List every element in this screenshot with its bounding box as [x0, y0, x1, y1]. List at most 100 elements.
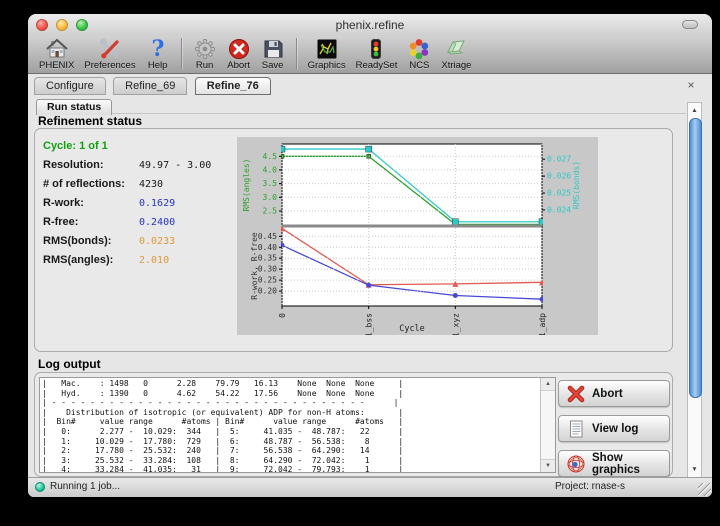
abort-button-label: Abort	[592, 388, 623, 400]
project-label: Project: rnase-s	[555, 481, 625, 492]
toolbar-button-save[interactable]: Save	[256, 37, 290, 71]
scroll-down-icon[interactable]: ▼	[541, 459, 555, 472]
log-output-box[interactable]: | Mac. : 1498 0 2.28 79.79 16.13 None No…	[39, 377, 556, 473]
toolbar-button-help[interactable]: ? Help	[141, 37, 175, 71]
stat-value: 49.97 - 3.00	[139, 156, 211, 175]
main-scrollbar-thumb[interactable]	[689, 118, 702, 398]
run-gear-icon	[193, 37, 217, 61]
show-graphics-button[interactable]: Show graphics	[558, 450, 670, 477]
tab-run-status[interactable]: Run status	[36, 99, 112, 115]
scroll-down-icon[interactable]: ▼	[688, 463, 701, 476]
svg-text:?: ?	[151, 37, 164, 61]
log-line: | - - - - - - - - - - - - - - - - - - - …	[42, 398, 539, 408]
toolbar-button-ncs[interactable]: NCS	[402, 37, 436, 71]
main-scrollbar[interactable]: ▲ ▼	[687, 102, 702, 478]
stat-value: 0.1629	[139, 194, 175, 213]
stat-label: R-work:	[43, 194, 139, 213]
svg-text:4.0: 4.0	[263, 165, 278, 174]
toolbar-button-xtriage[interactable]: Xtriage	[436, 37, 476, 71]
toolbar-button-run[interactable]: Run	[188, 37, 222, 71]
resize-grip[interactable]	[698, 483, 711, 496]
refinement-status-heading: Refinement status	[38, 114, 142, 128]
svg-text:0.35: 0.35	[258, 254, 277, 263]
view-log-icon	[566, 419, 586, 439]
ncs-spheres-icon	[407, 37, 431, 61]
svg-text:1_xyz: 1_xyz	[451, 313, 460, 335]
readyset-traffic-light-icon	[364, 37, 388, 61]
svg-text:R-work, R-free: R-work, R-free	[250, 232, 259, 300]
log-line: | Mac. : 1498 0 2.28 79.79 16.13 None No…	[42, 379, 539, 389]
svg-text:0.45: 0.45	[258, 232, 277, 241]
toolbar-label: Abort	[227, 60, 250, 71]
svg-text:0.25: 0.25	[258, 276, 277, 285]
view-log-button-label: View log	[592, 423, 638, 435]
svg-text:0: 0	[278, 313, 287, 318]
toolbar-label: PHENIX	[39, 60, 74, 71]
toolbar-button-phenix[interactable]: PHENIX	[34, 37, 79, 71]
save-icon	[261, 37, 285, 61]
tab-refine-69[interactable]: Refine_69	[113, 77, 187, 95]
close-tab-icon[interactable]: ×	[684, 78, 698, 92]
stat-label: # of reflections:	[43, 175, 139, 194]
toolbar-button-preferences[interactable]: Preferences	[79, 37, 140, 71]
svg-text:1_adp: 1_adp	[538, 313, 547, 335]
stat-value: 4230	[139, 175, 163, 194]
stat-row-rms-angles: RMS(angles): 2.010	[43, 251, 233, 270]
preferences-tools-icon	[98, 37, 122, 61]
window-title: phenix.refine	[28, 18, 712, 32]
toolbar-label: Preferences	[84, 60, 135, 71]
stat-label: R-free:	[43, 213, 139, 232]
stat-label: RMS(angles):	[43, 251, 139, 270]
tab-bar: Configure Refine_69 Refine_76 ×	[34, 77, 682, 95]
svg-text:2.5: 2.5	[263, 206, 278, 215]
toolbar-label: Xtriage	[441, 60, 471, 71]
abort-x-icon	[566, 384, 586, 404]
app-window: phenix.refine PHENIX Preferences ? Help …	[28, 14, 712, 497]
scroll-up-icon[interactable]: ▲	[688, 104, 701, 117]
svg-text:0.40: 0.40	[258, 243, 277, 252]
svg-text:3.0: 3.0	[263, 193, 278, 202]
log-scrollbar[interactable]: ▲ ▼	[540, 378, 555, 472]
stat-label: Resolution:	[43, 156, 139, 175]
abort-icon	[227, 37, 251, 61]
log-text: | Mac. : 1498 0 2.28 79.79 16.13 None No…	[42, 379, 539, 472]
svg-text:0.025: 0.025	[547, 189, 571, 198]
help-icon: ?	[146, 37, 170, 61]
phenix-home-icon	[45, 37, 69, 61]
log-line: | 3: 25.532 - 33.284: 108 | 8: 64.290 - …	[42, 456, 539, 466]
tab-configure[interactable]: Configure	[34, 77, 106, 95]
toolbar-label: Graphics	[308, 60, 346, 71]
refinement-stats: Cycle: 1 of 1 Resolution: 49.97 - 3.00 #…	[43, 137, 233, 270]
log-line: | 1: 10.029 - 17.780: 729 | 6: 48.787 - …	[42, 437, 539, 447]
toolbar-button-abort[interactable]: Abort	[222, 37, 256, 71]
xtriage-crystal-icon	[444, 37, 468, 61]
toolbar-button-graphics[interactable]: Graphics	[303, 37, 351, 71]
svg-text:RMS(angles): RMS(angles)	[242, 159, 251, 212]
stat-row-resolution: Resolution: 49.97 - 3.00	[43, 156, 233, 175]
svg-text:1_bss: 1_bss	[365, 313, 374, 335]
svg-text:Cycle: Cycle	[399, 324, 425, 334]
svg-text:RMS(bonds): RMS(bonds)	[572, 161, 581, 209]
titlebar[interactable]: phenix.refine	[28, 14, 712, 36]
stat-row-reflections: # of reflections: 4230	[43, 175, 233, 194]
abort-button[interactable]: Abort	[558, 380, 670, 407]
graphics-icon	[315, 37, 339, 61]
toolbar-label: Save	[262, 60, 284, 71]
tab-refine-76[interactable]: Refine_76	[195, 77, 271, 95]
show-graphics-button-label: Show graphics	[592, 452, 662, 476]
status-bar: Running 1 job... Project: rnase-s	[28, 477, 712, 497]
log-output-heading: Log output	[38, 357, 101, 371]
show-graphics-icon	[566, 454, 586, 474]
log-line: | 2: 17.780 - 25.532: 240 | 7: 56.538 - …	[42, 446, 539, 456]
toolbar-button-readyset[interactable]: ReadySet	[351, 37, 403, 71]
log-line: | 0: 2.277 - 10.029: 344 | 5: 41.035 - 4…	[42, 427, 539, 437]
toolbar-toggle-button[interactable]	[682, 20, 698, 29]
view-log-button[interactable]: View log	[558, 415, 670, 442]
status-message: Running 1 job...	[50, 481, 120, 492]
refinement-chart-panel: 2.53.03.54.04.50.0240.0250.0260.027RMS(b…	[237, 137, 598, 335]
svg-text:0.024: 0.024	[547, 205, 571, 214]
stat-row-rms-bonds: RMS(bonds): 0.0233	[43, 232, 233, 251]
svg-text:0.027: 0.027	[547, 155, 571, 164]
log-line: | Bin# value range #atoms | Bin# value r…	[42, 417, 539, 427]
scroll-up-icon[interactable]: ▲	[541, 378, 555, 391]
